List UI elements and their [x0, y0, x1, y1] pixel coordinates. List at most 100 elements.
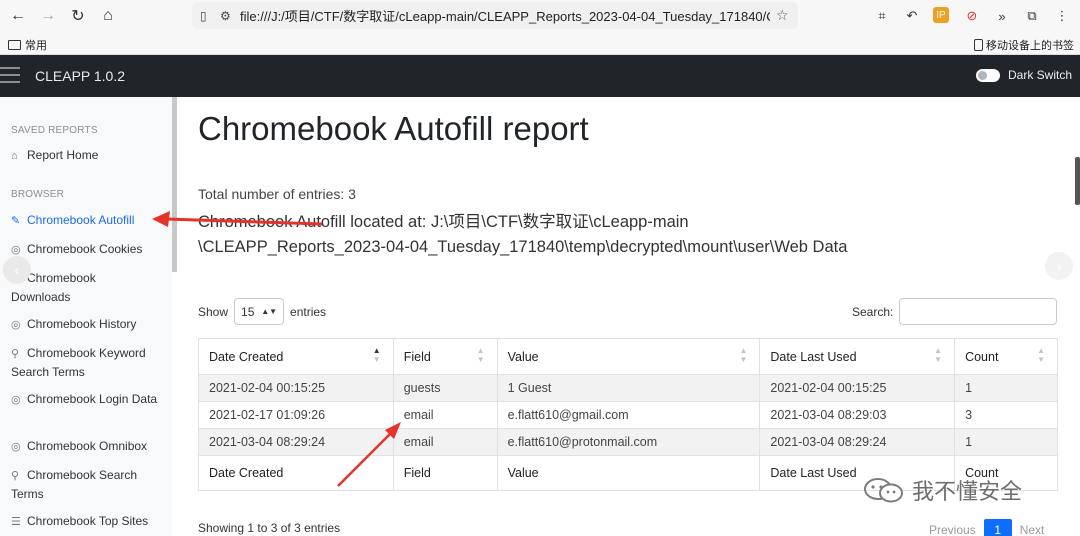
search-label: Search:	[852, 305, 894, 319]
overflow-icon[interactable]: »	[993, 7, 1011, 25]
table-cell: 2021-03-04 08:29:24	[759, 428, 956, 456]
folder-icon	[8, 40, 21, 50]
app-brand[interactable]: CLEAPP 1.0.2	[35, 68, 125, 84]
bookmark-folder-mobile[interactable]: 移动设备上的书签	[974, 37, 1074, 53]
chrome-icon: ◎	[11, 319, 21, 331]
entries-length-control: Show 15 ▲▼ entries	[198, 298, 326, 325]
sort-icon: ▲ ▼	[1037, 346, 1045, 364]
home-icon[interactable]: ⌂	[98, 6, 118, 26]
home-icon: ⌂	[11, 150, 18, 162]
table-row: 2021-02-04 00:15:25 guests 1 Guest 2021-…	[198, 374, 1058, 402]
previous-button[interactable]: Previous	[929, 523, 976, 536]
table-cell: 2021-02-04 00:15:25	[759, 374, 956, 402]
table-cell: 2021-02-17 01:09:26	[198, 401, 394, 429]
column-label: Value	[507, 349, 539, 364]
bookmark-folder-common[interactable]: 常用	[8, 37, 47, 53]
list-icon: ☰	[11, 516, 21, 528]
ip-extension-icon[interactable]: IP	[933, 7, 949, 23]
sidebar-item-label: Chromebook History	[27, 317, 137, 331]
sidebar-heading-browser: BROWSER	[11, 189, 65, 200]
sort-icon: ▲ ▼	[372, 346, 381, 364]
hamburger-icon[interactable]	[0, 67, 20, 85]
mobile-icon	[974, 39, 983, 51]
column-header-date-created[interactable]: Date Created ▲ ▼	[198, 338, 394, 375]
sidebar-item-chromebook-login-data[interactable]: ◎ Chromebook Login Data	[11, 391, 171, 410]
app-header: CLEAPP 1.0.2 Dark Switch	[0, 55, 1080, 97]
table-cell: 3	[954, 401, 1058, 429]
column-footer: Field	[392, 455, 498, 491]
bookmark-star-icon[interactable]: ☆	[776, 7, 789, 24]
column-header-value[interactable]: Value ▲ ▼	[496, 338, 761, 375]
table-cell: guests	[392, 374, 498, 402]
address-bar[interactable]: ▯ ⚙ file:///J:/项目/CTF/数字取证/cLeapp-main/C…	[192, 2, 798, 29]
sidebar-item-chromebook-cookies[interactable]: ◎ Chromebook Cookies	[11, 241, 171, 260]
sidebar-item-label: Chromebook Keyword Search Terms	[11, 346, 146, 379]
source-location: Chromebook Autofill located at: J:\项目\CT…	[198, 213, 848, 256]
dark-switch[interactable]: Dark Switch	[975, 68, 1072, 82]
undo-icon[interactable]: ↶	[903, 7, 921, 25]
table-cell: 1 Guest	[496, 374, 761, 402]
browser-toolbar: ← → ↻ ⌂ ▯ ⚙ file:///J:/项目/CTF/数字取证/cLeap…	[0, 0, 1080, 32]
total-entries: Total number of entries: 3	[198, 186, 356, 202]
page-scrollbar[interactable]	[1075, 157, 1080, 205]
table-cell: e.flatt610@protonmail.com	[496, 428, 761, 456]
forward-icon[interactable]: →	[38, 6, 58, 26]
table-row: 2021-03-04 08:29:24 email e.flatt610@pro…	[198, 428, 1058, 456]
reload-icon[interactable]: ↻	[68, 6, 88, 26]
pagination: Previous 1 Next	[929, 519, 1044, 536]
column-label: Date Last Used	[770, 349, 857, 364]
pencil-icon: ✎	[11, 215, 21, 227]
sidebar-scrollbar[interactable]	[172, 97, 177, 272]
column-label: Date Created	[209, 349, 284, 364]
back-icon[interactable]: ←	[8, 6, 28, 26]
sidebar-item-chromebook-keyword-search-terms[interactable]: ⚲ Chromebook Keyword Search Terms	[11, 345, 171, 381]
sidebar-item-label: Chromebook Cookies	[27, 242, 143, 256]
sidebar-item-report-home[interactable]: ⌂ Report Home	[11, 147, 171, 166]
table-row: 2021-02-17 01:09:26 email e.flatt610@gma…	[198, 401, 1058, 429]
table-cell: 1	[954, 374, 1058, 402]
autofill-table: Date Created ▲ ▼ Field ▲ ▼ Value ▲ ▼ Date Last…	[198, 338, 1058, 491]
show-label: Show	[198, 304, 229, 319]
sidebar-item-chromebook-search-terms[interactable]: ⚲ Chromebook Search Terms	[11, 467, 171, 503]
page-icon: ▯	[200, 8, 207, 23]
bookmarks-bar: 常用 移动设备上的书签	[0, 32, 1080, 55]
column-header-field[interactable]: Field ▲ ▼	[392, 338, 498, 375]
crop-icon[interactable]: ⌗	[873, 7, 891, 25]
column-label: Count	[965, 349, 999, 364]
bookmark-folder-label: 常用	[25, 40, 47, 52]
table-cell: email	[392, 428, 498, 456]
sidebar-item-label: Report Home	[27, 148, 99, 162]
table-cell: 1	[954, 428, 1058, 456]
sidebar-item-label: Chromebook Omnibox	[27, 439, 148, 453]
page-button[interactable]: 1	[983, 519, 1012, 536]
sidebar-item-chromebook-top-sites[interactable]: ☰ Chromebook Top Sites	[11, 513, 171, 532]
sidebar: SAVED REPORTS ⌂ Report Home BROWSER ✎ Chro…	[0, 97, 172, 536]
column-footer: Date Created	[198, 455, 394, 491]
entries-select[interactable]: 15 ▲▼	[234, 298, 285, 325]
sidebar-item-chromebook-history[interactable]: ◎ Chromebook History	[11, 316, 171, 335]
url-text: file:///J:/项目/CTF/数字取证/cLeapp-main/CLEAP…	[240, 9, 770, 24]
site-settings-icon[interactable]: ⚙	[220, 9, 234, 23]
search-icon: ⚲	[11, 470, 20, 482]
menu-icon[interactable]: ⋮	[1053, 7, 1071, 25]
table-cell: email	[392, 401, 498, 429]
column-footer: Value	[496, 455, 761, 491]
sidebar-item-chromebook-autofill[interactable]: ✎ Chromebook Autofill	[11, 212, 171, 231]
sidebar-heading-saved: SAVED REPORTS	[11, 125, 98, 136]
column-header-date-last-used[interactable]: Date Last Used ▲ ▼	[759, 338, 956, 375]
bookmark-folder-label: 移动设备上的书签	[986, 40, 1074, 52]
next-button[interactable]: Next	[1020, 523, 1045, 536]
slide-prev-icon[interactable]: ‹	[3, 256, 31, 284]
column-header-count[interactable]: Count ▲ ▼	[954, 338, 1058, 375]
search-input[interactable]	[899, 298, 1057, 325]
toggle-switch[interactable]	[975, 68, 1000, 82]
table-cell: 2021-02-04 00:15:25	[198, 374, 394, 402]
sidebar-item-label: Chromebook Login Data	[27, 392, 158, 406]
sort-icon: ▲ ▼	[934, 346, 943, 364]
wechat-logo-icon	[864, 478, 903, 503]
slide-next-icon[interactable]: ›	[1045, 252, 1073, 280]
extensions-icon[interactable]: ⧉	[1023, 7, 1041, 25]
sort-icon: ▲ ▼	[739, 346, 748, 364]
sidebar-item-chromebook-omnibox[interactable]: ◎ Chromebook Omnibox	[11, 438, 171, 457]
blocker-extension-icon[interactable]: ⊘	[963, 7, 981, 25]
